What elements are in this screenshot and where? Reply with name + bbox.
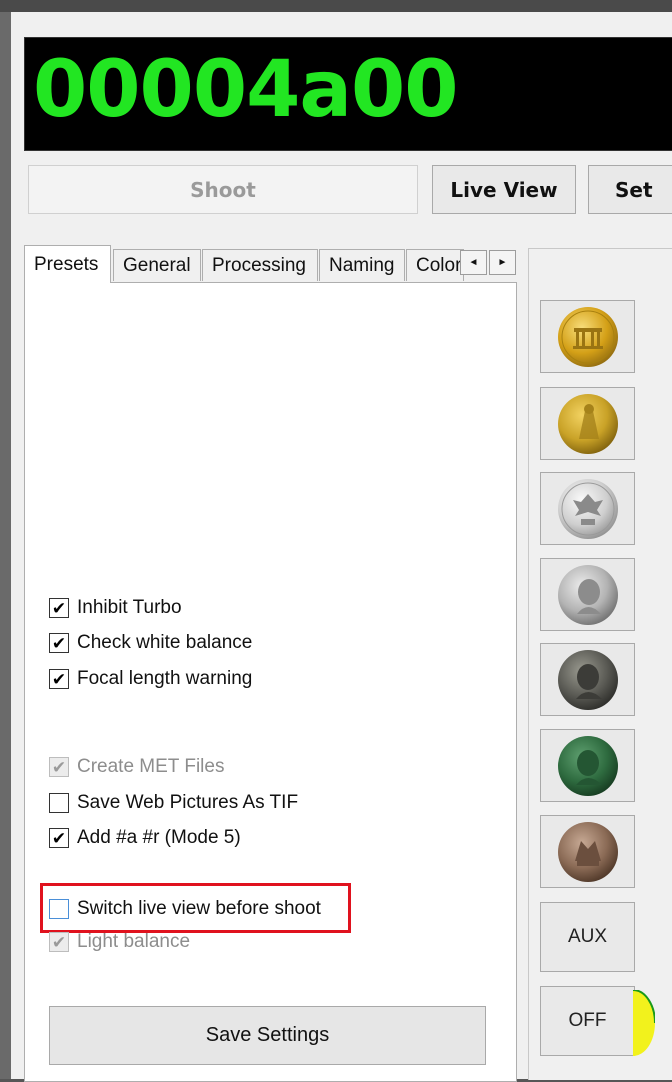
option-check-white-balance[interactable]: ✔ Check white balance (49, 630, 252, 656)
status-indicator-icon (633, 990, 655, 1056)
live-view-button[interactable]: Live View (432, 165, 576, 214)
option-create-met-files: ✔ Create MET Files (49, 754, 224, 780)
option-label: Focal length warning (77, 668, 253, 689)
gold-gate-coin-icon (557, 306, 618, 367)
off-button[interactable]: OFF (540, 986, 635, 1056)
aux-button[interactable]: AUX (540, 902, 635, 972)
checkbox-checked-icon[interactable]: ✔ (49, 828, 69, 848)
tab-general[interactable]: General (113, 249, 201, 281)
option-label: Save Web Pictures As TIF (77, 792, 299, 813)
option-focal-length-warning[interactable]: ✔ Focal length warning (49, 666, 252, 692)
checkbox-checked-icon[interactable]: ✔ (49, 669, 69, 689)
option-label: Inhibit Turbo (77, 597, 182, 618)
option-label: Create MET Files (77, 756, 225, 777)
option-label: Add #a #r (Mode 5) (77, 827, 241, 848)
option-label: Light balance (77, 931, 191, 952)
silver-portrait-coin-icon (557, 564, 618, 625)
tab-scroll-left-icon[interactable]: ◄ (460, 250, 487, 275)
silver-eagle-coin-icon (557, 478, 618, 539)
window-left-edge (0, 12, 11, 1079)
bronze-figure-coin-icon (557, 821, 618, 882)
shoot-button[interactable]: Shoot (28, 165, 418, 214)
preset-button-5[interactable] (540, 643, 635, 716)
tab-naming[interactable]: Naming (319, 249, 405, 281)
preset-button-7[interactable] (540, 815, 635, 888)
checkbox-checked-icon[interactable]: ✔ (49, 633, 69, 653)
tab-processing[interactable]: Processing (202, 249, 318, 281)
tab-scroll-right-icon[interactable]: ► (489, 250, 516, 275)
checkbox-checked-icon: ✔ (49, 932, 69, 952)
highlight-box (40, 883, 351, 933)
tab-scroll-buttons: ◄ ► (460, 250, 518, 275)
option-label: Check white balance (77, 632, 253, 653)
tab-color[interactable]: Color (406, 249, 464, 281)
option-inhibit-turbo[interactable]: ✔ Inhibit Turbo (49, 595, 182, 621)
dark-portrait-coin-icon (557, 649, 618, 710)
counter-display: 00004a00 (24, 37, 672, 151)
checkbox-checked-icon[interactable]: ✔ (49, 598, 69, 618)
preset-button-2[interactable] (540, 387, 635, 460)
checkbox-checked-icon: ✔ (49, 757, 69, 777)
tab-presets[interactable]: Presets (24, 245, 111, 283)
save-settings-button[interactable]: Save Settings (49, 1006, 486, 1065)
green-portrait-coin-icon (557, 735, 618, 796)
option-save-web-pictures-as-tif[interactable]: Save Web Pictures As TIF (49, 790, 298, 816)
preset-button-1[interactable] (540, 300, 635, 373)
title-strip (0, 0, 672, 12)
counter-value: 00004a00 (33, 45, 459, 135)
set-button[interactable]: Set (588, 165, 672, 214)
gold-figure-coin-icon (557, 393, 618, 454)
option-add-a-r-mode5[interactable]: ✔ Add #a #r (Mode 5) (49, 825, 241, 851)
preset-button-6[interactable] (540, 729, 635, 802)
option-light-balance: ✔ Light balance (49, 929, 190, 955)
preset-button-3[interactable] (540, 472, 635, 545)
preset-button-4[interactable] (540, 558, 635, 631)
checkbox-unchecked-icon[interactable] (49, 793, 69, 813)
